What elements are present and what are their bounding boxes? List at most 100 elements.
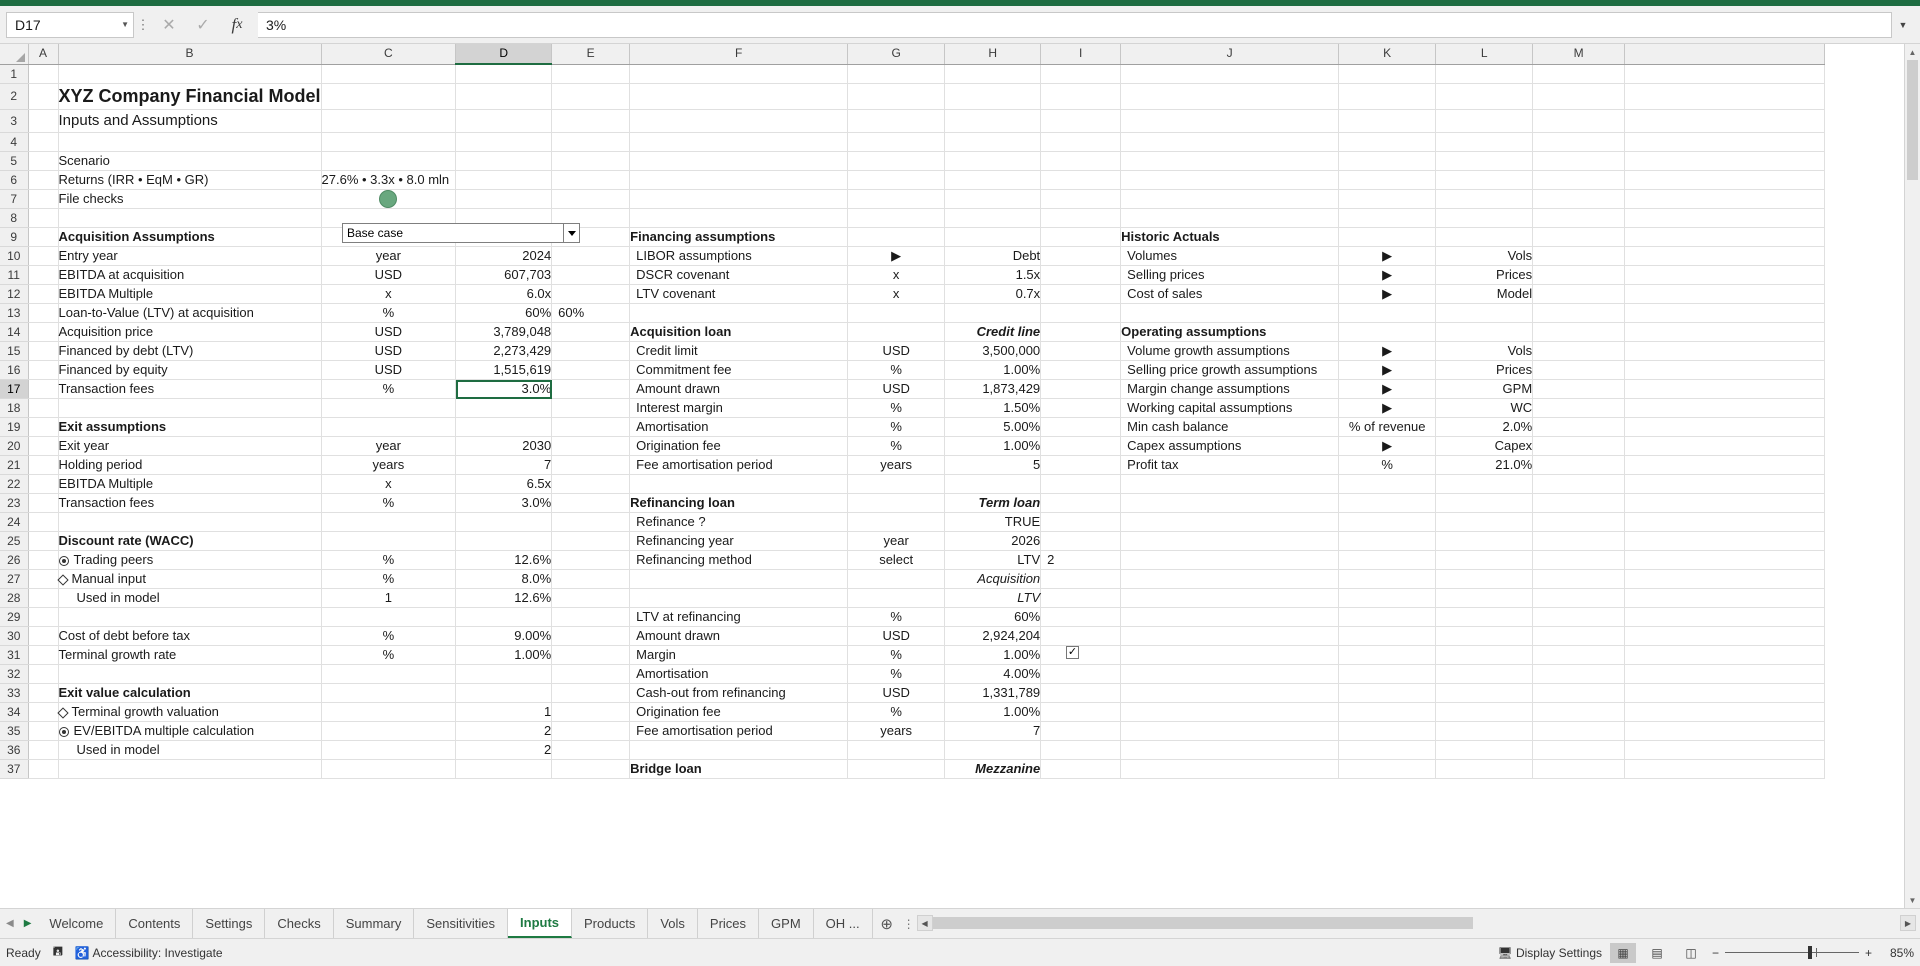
cell-E11[interactable] (551, 265, 631, 286)
cell-K3[interactable] (1338, 109, 1437, 133)
cell-M18[interactable] (1532, 398, 1626, 419)
cell-E37[interactable] (551, 759, 631, 780)
cell-J37[interactable] (1120, 759, 1340, 780)
cell-J25[interactable] (1120, 531, 1340, 552)
cell-G8[interactable] (847, 208, 946, 229)
vertical-scroll-track[interactable] (1905, 60, 1920, 892)
cell-I34[interactable] (1040, 702, 1122, 723)
cell-overflow-28[interactable] (1624, 588, 1826, 609)
cell-K27[interactable] (1338, 569, 1437, 590)
cell-M25[interactable] (1532, 531, 1626, 552)
cell-F7[interactable] (629, 189, 849, 210)
hist-row2-arrow-icon[interactable]: ▶ (1338, 284, 1437, 305)
formula-bar-expand-dots[interactable]: ⋮ (134, 18, 152, 31)
zoom-thumb[interactable] (1808, 946, 1813, 959)
sheet-tab-checks[interactable]: Checks (265, 909, 334, 938)
cell-E28[interactable] (551, 588, 631, 609)
refi-row4-value[interactable]: LTV (944, 588, 1042, 609)
row-header-25[interactable]: 25 (0, 531, 29, 552)
cell-F5[interactable] (629, 151, 849, 171)
cell-M28[interactable] (1532, 588, 1626, 609)
row-header-3[interactable]: 3 (0, 109, 29, 133)
acq-row3-value[interactable]: 60% (455, 303, 553, 324)
column-header-J[interactable]: J (1120, 44, 1340, 65)
cell-L26[interactable] (1435, 550, 1534, 571)
cell-M27[interactable] (1532, 569, 1626, 590)
cell-B24[interactable] (58, 512, 322, 533)
sheet-tab-welcome[interactable]: Welcome (37, 909, 117, 938)
cell-K1[interactable] (1338, 64, 1437, 84)
fx-icon[interactable]: fx (220, 12, 254, 38)
chevron-down-icon[interactable] (563, 224, 579, 242)
cell-M14[interactable] (1532, 322, 1626, 343)
cell-I18[interactable] (1040, 398, 1122, 419)
cell-L1[interactable] (1435, 64, 1534, 84)
acq-row1-value[interactable]: 607,703 (455, 265, 553, 286)
exitval-row0-value[interactable]: 1 (455, 702, 553, 723)
cell-G5[interactable] (847, 151, 946, 171)
acq-row6-value[interactable]: 1,515,619 (455, 360, 553, 381)
sheet-prev-icon[interactable]: ◀ (6, 918, 14, 929)
op-row5-arrow-icon[interactable]: ▶ (1338, 436, 1437, 457)
cell-L7[interactable] (1435, 189, 1534, 210)
cell-M29[interactable] (1532, 607, 1626, 628)
cell-overflow-37[interactable] (1624, 759, 1826, 780)
cell-overflow-19[interactable] (1624, 417, 1826, 438)
sheet-list-dots-icon[interactable]: ⋮ (901, 909, 917, 938)
cell-E26[interactable] (551, 550, 631, 571)
cell-overflow-35[interactable] (1624, 721, 1826, 742)
cell-M8[interactable] (1532, 208, 1626, 229)
cell-M15[interactable] (1532, 341, 1626, 362)
cell-F4[interactable] (629, 132, 849, 152)
column-header-I[interactable]: I (1040, 44, 1122, 65)
cell-M1[interactable] (1532, 64, 1626, 84)
exit-row0-value[interactable]: 2030 (455, 436, 553, 457)
cell-L32[interactable] (1435, 664, 1534, 685)
sheet-tab-vols[interactable]: Vols (648, 909, 698, 938)
cell-K13[interactable] (1338, 303, 1437, 324)
cell-D37[interactable] (455, 759, 553, 780)
sheet-tab-products[interactable]: Products (572, 909, 649, 938)
acq-row3-spill-value[interactable]: 60% (551, 303, 631, 324)
refi-row5-value[interactable]: 60% (944, 607, 1042, 628)
cell-I32[interactable] (1040, 664, 1122, 685)
row-header-9[interactable]: 9 (0, 227, 29, 248)
cell-L24[interactable] (1435, 512, 1534, 533)
cell-overflow-10[interactable] (1624, 246, 1826, 267)
cell-K32[interactable] (1338, 664, 1437, 685)
op-row5-value[interactable]: Capex (1435, 436, 1534, 457)
row-header-18[interactable]: 18 (0, 398, 29, 419)
row-header-22[interactable]: 22 (0, 474, 29, 495)
cell-E25[interactable] (551, 531, 631, 552)
cell-I1[interactable] (1040, 64, 1122, 84)
op-row1-arrow-icon[interactable]: ▶ (1338, 360, 1437, 381)
row-header-17[interactable]: 17 (0, 379, 29, 400)
cell-L31[interactable] (1435, 645, 1534, 666)
cell-overflow-9[interactable] (1624, 227, 1826, 248)
cell-B4[interactable] (58, 132, 322, 152)
radio-unselected-icon[interactable] (56, 706, 69, 719)
cell-E2[interactable] (551, 83, 631, 110)
cell-K22[interactable] (1338, 474, 1437, 495)
cell-L22[interactable] (1435, 474, 1534, 495)
cell-I16[interactable] (1040, 360, 1122, 381)
cell-E36[interactable] (551, 740, 631, 761)
horizontal-scroll-thumb[interactable] (932, 917, 1473, 929)
sheet-next-icon[interactable]: ▶ (24, 918, 32, 929)
column-header-D[interactable]: D (455, 44, 553, 65)
cost-row0-value[interactable]: 9.00% (455, 626, 553, 647)
column-header-E[interactable]: E (551, 44, 631, 65)
cell-M23[interactable] (1532, 493, 1626, 514)
cell-K35[interactable] (1338, 721, 1437, 742)
cell-M31[interactable] (1532, 645, 1626, 666)
cell-M20[interactable] (1532, 436, 1626, 457)
cell-D32[interactable] (455, 664, 553, 685)
cell-J6[interactable] (1120, 170, 1340, 190)
cell-L30[interactable] (1435, 626, 1534, 647)
cell-J32[interactable] (1120, 664, 1340, 685)
cell-M13[interactable] (1532, 303, 1626, 324)
cell-I23[interactable] (1040, 493, 1122, 514)
cell-overflow-34[interactable] (1624, 702, 1826, 723)
cell-G36[interactable] (847, 740, 946, 761)
cell-overflow-17[interactable] (1624, 379, 1826, 400)
